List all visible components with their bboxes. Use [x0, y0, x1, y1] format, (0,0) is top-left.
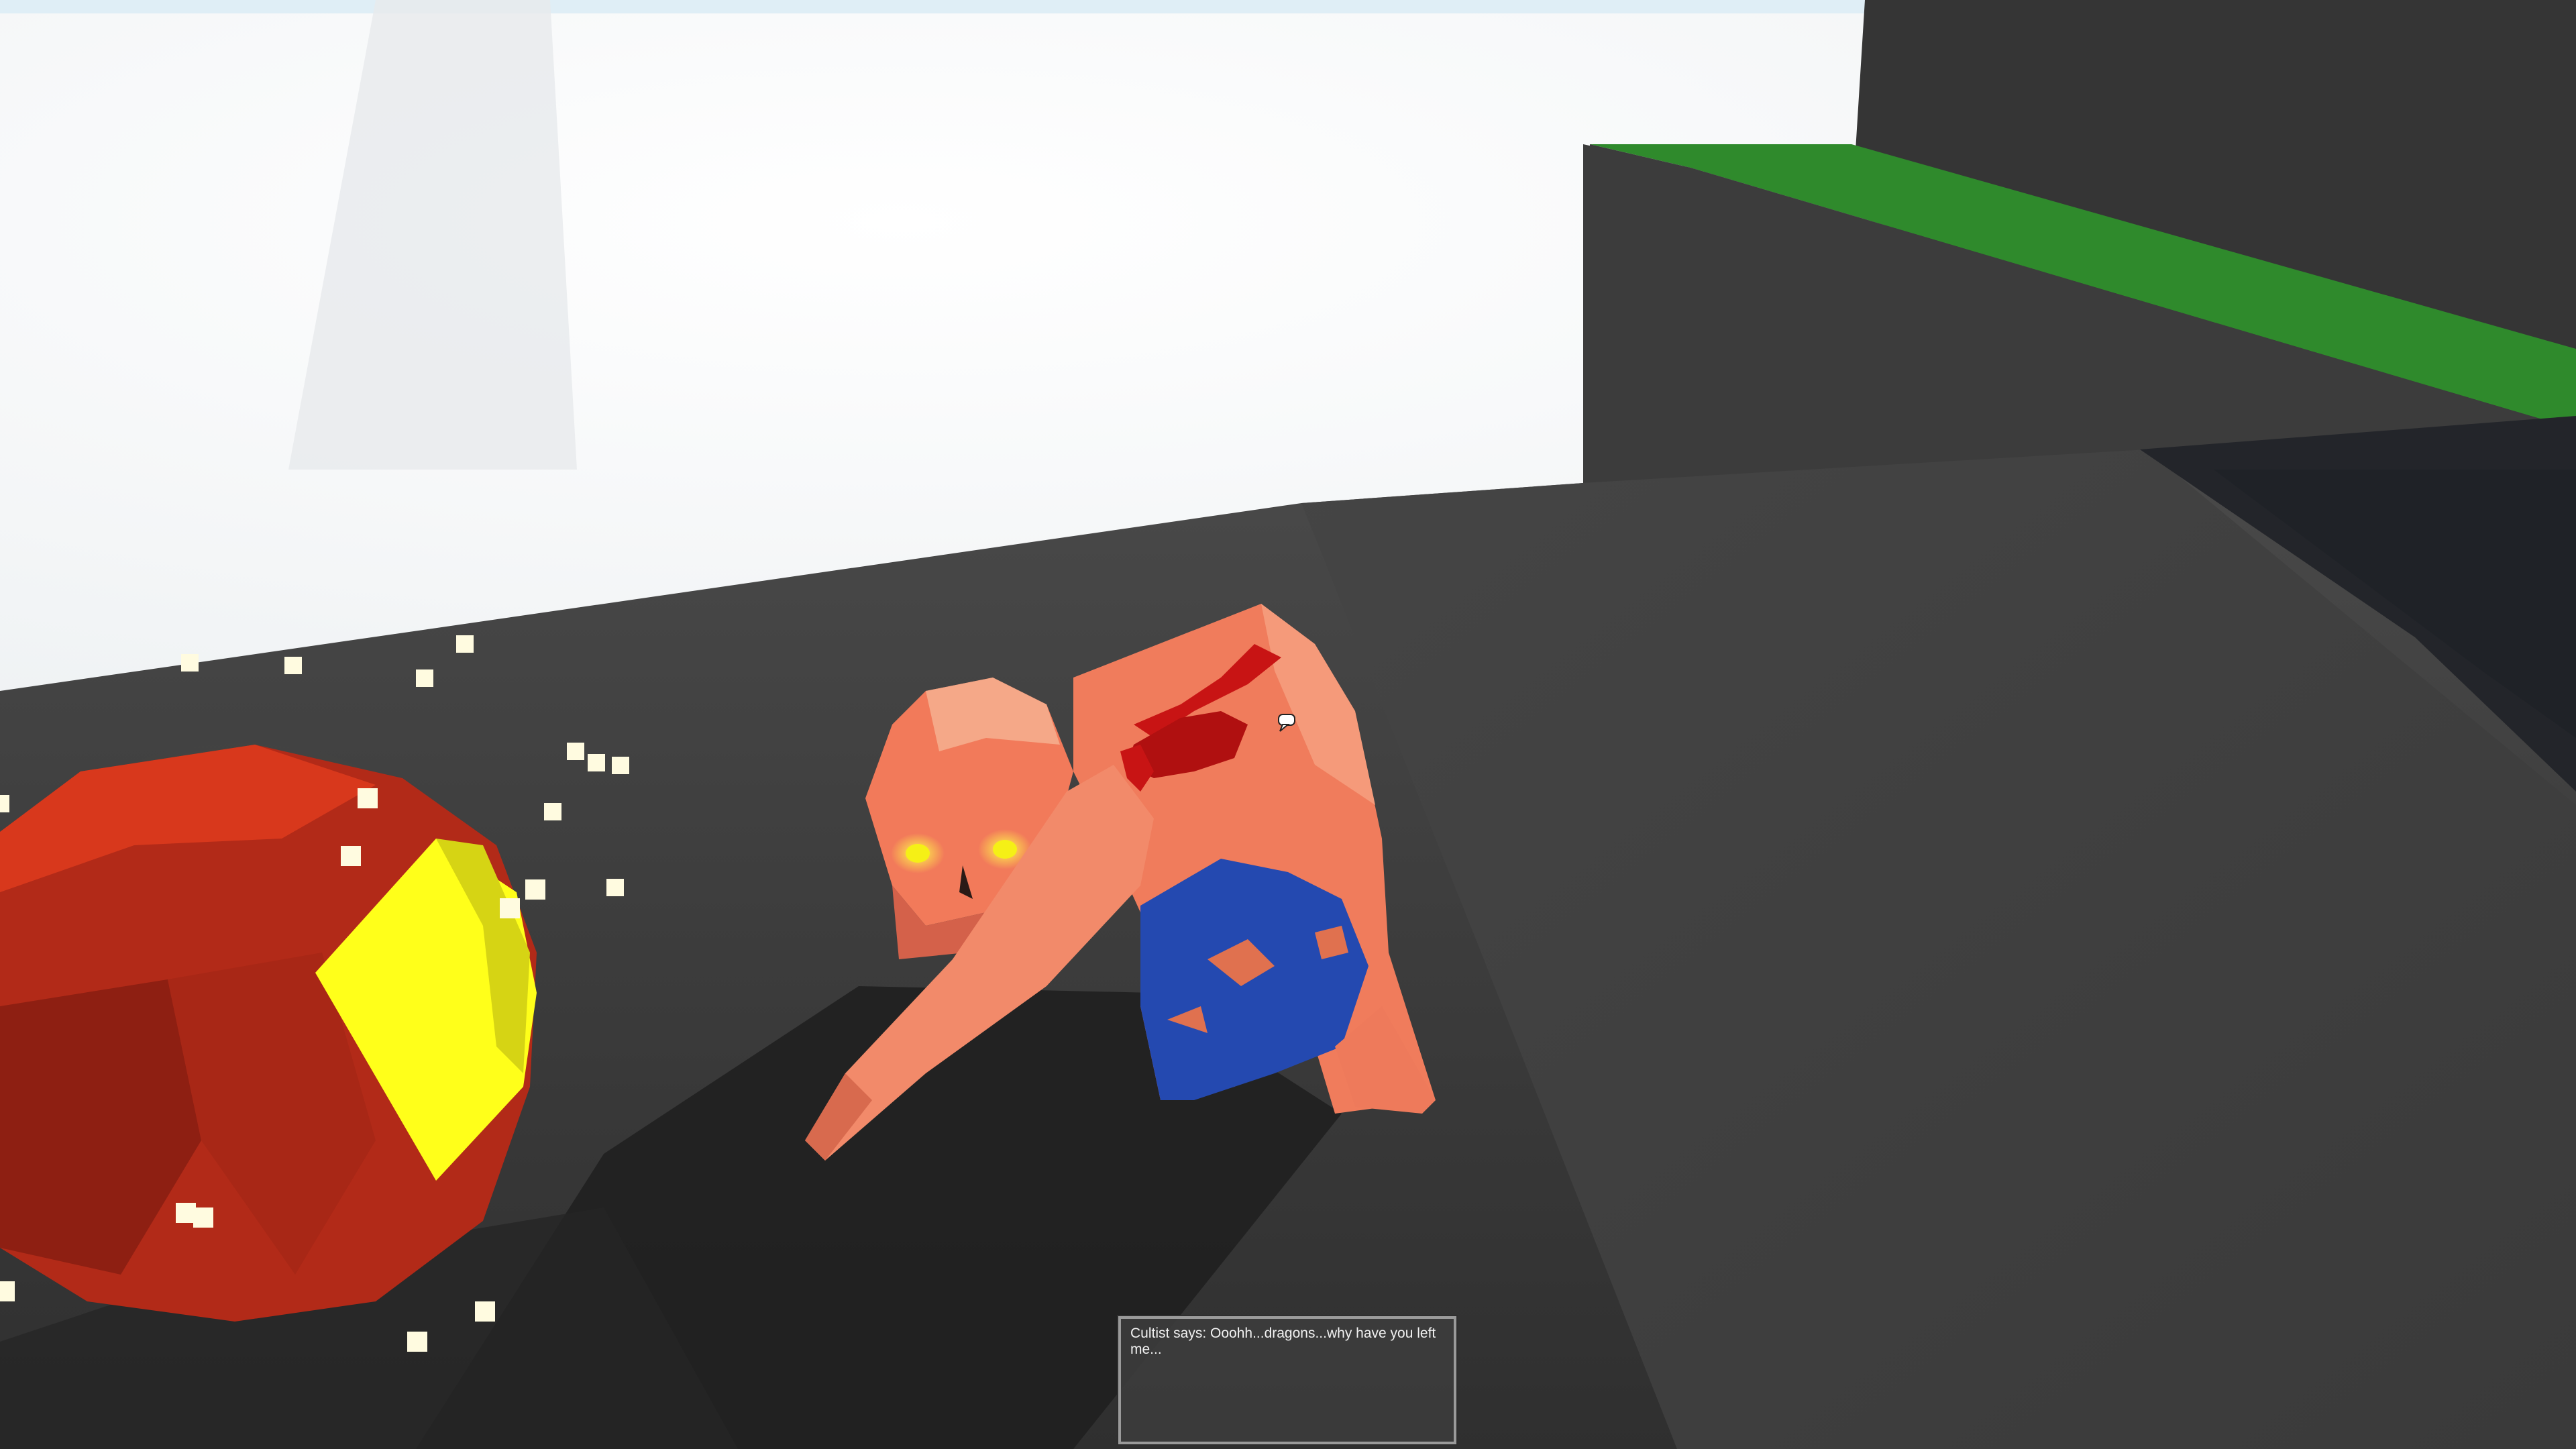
game-scene: [0, 0, 2576, 1449]
particle: [176, 1203, 196, 1223]
particle: [612, 757, 629, 774]
particle: [456, 635, 474, 653]
particle: [284, 657, 302, 674]
particle: [193, 1208, 213, 1228]
particle: [525, 879, 545, 900]
particle: [606, 879, 624, 896]
game-viewport[interactable]: Cultist says: Ooohh...dragons...why have…: [0, 0, 2576, 1449]
particle: [544, 803, 561, 820]
particle: [0, 1281, 15, 1301]
particle: [567, 743, 584, 760]
chat-message: Cultist says: Ooohh...dragons...why have…: [1130, 1326, 1436, 1357]
particle: [358, 788, 378, 808]
particle: [407, 1332, 427, 1352]
particle: [500, 898, 520, 918]
chat-box: Cultist says: Ooohh...dragons...why have…: [1117, 1315, 1458, 1446]
particle: [0, 795, 9, 812]
particle: [475, 1301, 495, 1322]
particle: [341, 846, 361, 866]
particle: [416, 669, 433, 687]
particle: [588, 754, 605, 771]
particle: [181, 654, 199, 672]
dragon-egg: [0, 738, 537, 1322]
